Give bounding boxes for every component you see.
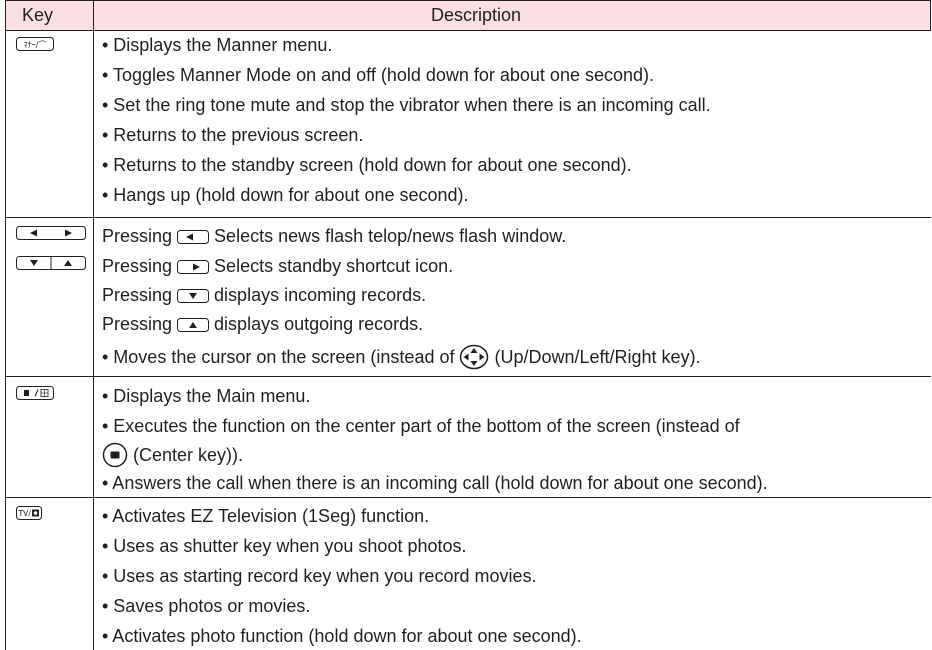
table-left-border <box>5 0 6 650</box>
description-line: • Activates photo function (hold down fo… <box>102 626 582 646</box>
description-line: • Uses as shutter key when you shoot pho… <box>102 536 467 556</box>
manner-key-icon: ﾏﾅｰ/⌒ <box>16 37 54 56</box>
center-menu-key-icon <box>16 386 54 405</box>
description-line: • Activates EZ Television (1Seg) functio… <box>102 506 430 526</box>
description-line: • Uses as starting record key when you r… <box>102 566 537 586</box>
description-line: • Toggles Manner Mode on and off (hold d… <box>102 65 655 85</box>
description-line: • Displays the Manner menu. <box>102 35 333 55</box>
description-line: • Saves photos or movies. <box>102 596 311 616</box>
description-line: • Returns to the standby screen (hold do… <box>102 155 632 175</box>
description-line: Pressing Selects standby shortcut icon. <box>102 256 454 276</box>
left-right-keys-icon <box>16 226 86 245</box>
header-description: Description <box>431 5 522 25</box>
column-divider <box>93 0 94 650</box>
right-key-icon <box>177 260 210 274</box>
description-line: • Hangs up (hold down for about one seco… <box>102 185 469 205</box>
down-key-icon <box>177 289 210 303</box>
table-header: Key Description <box>5 0 931 31</box>
description-line: • Moves the cursor on the screen (instea… <box>102 344 701 370</box>
up-down-keys-icon <box>16 256 86 275</box>
manner-key-label: ﾏﾅｰ/⌒ <box>24 41 47 50</box>
description-line: • Displays the Main menu. <box>102 386 311 406</box>
row-divider <box>5 376 931 377</box>
description-line: • Answers the call when there is an inco… <box>102 473 768 493</box>
tv-camera-key-icon: TV/ <box>16 506 42 525</box>
header-key: Key <box>22 5 54 25</box>
row-divider <box>5 217 931 218</box>
description-line: (Center key)). <box>102 442 243 468</box>
header-right-border <box>930 0 931 31</box>
description-line: Pressing Selects news flash telop/news f… <box>102 226 567 246</box>
description-line: • Returns to the previous screen. <box>102 125 364 145</box>
up-key-icon <box>177 318 210 332</box>
left-key-icon <box>177 230 210 244</box>
tv-key-label: TV/ <box>18 509 32 518</box>
center-key-icon <box>102 442 128 468</box>
description-line: • Executes the function on the center pa… <box>102 416 740 436</box>
description-line: Pressing displays outgoing records. <box>102 314 424 334</box>
description-line: • Set the ring tone mute and stop the vi… <box>102 95 711 115</box>
description-line: Pressing displays incoming records. <box>102 285 427 305</box>
multi-direction-key-icon <box>460 344 489 370</box>
row-divider <box>5 497 931 498</box>
